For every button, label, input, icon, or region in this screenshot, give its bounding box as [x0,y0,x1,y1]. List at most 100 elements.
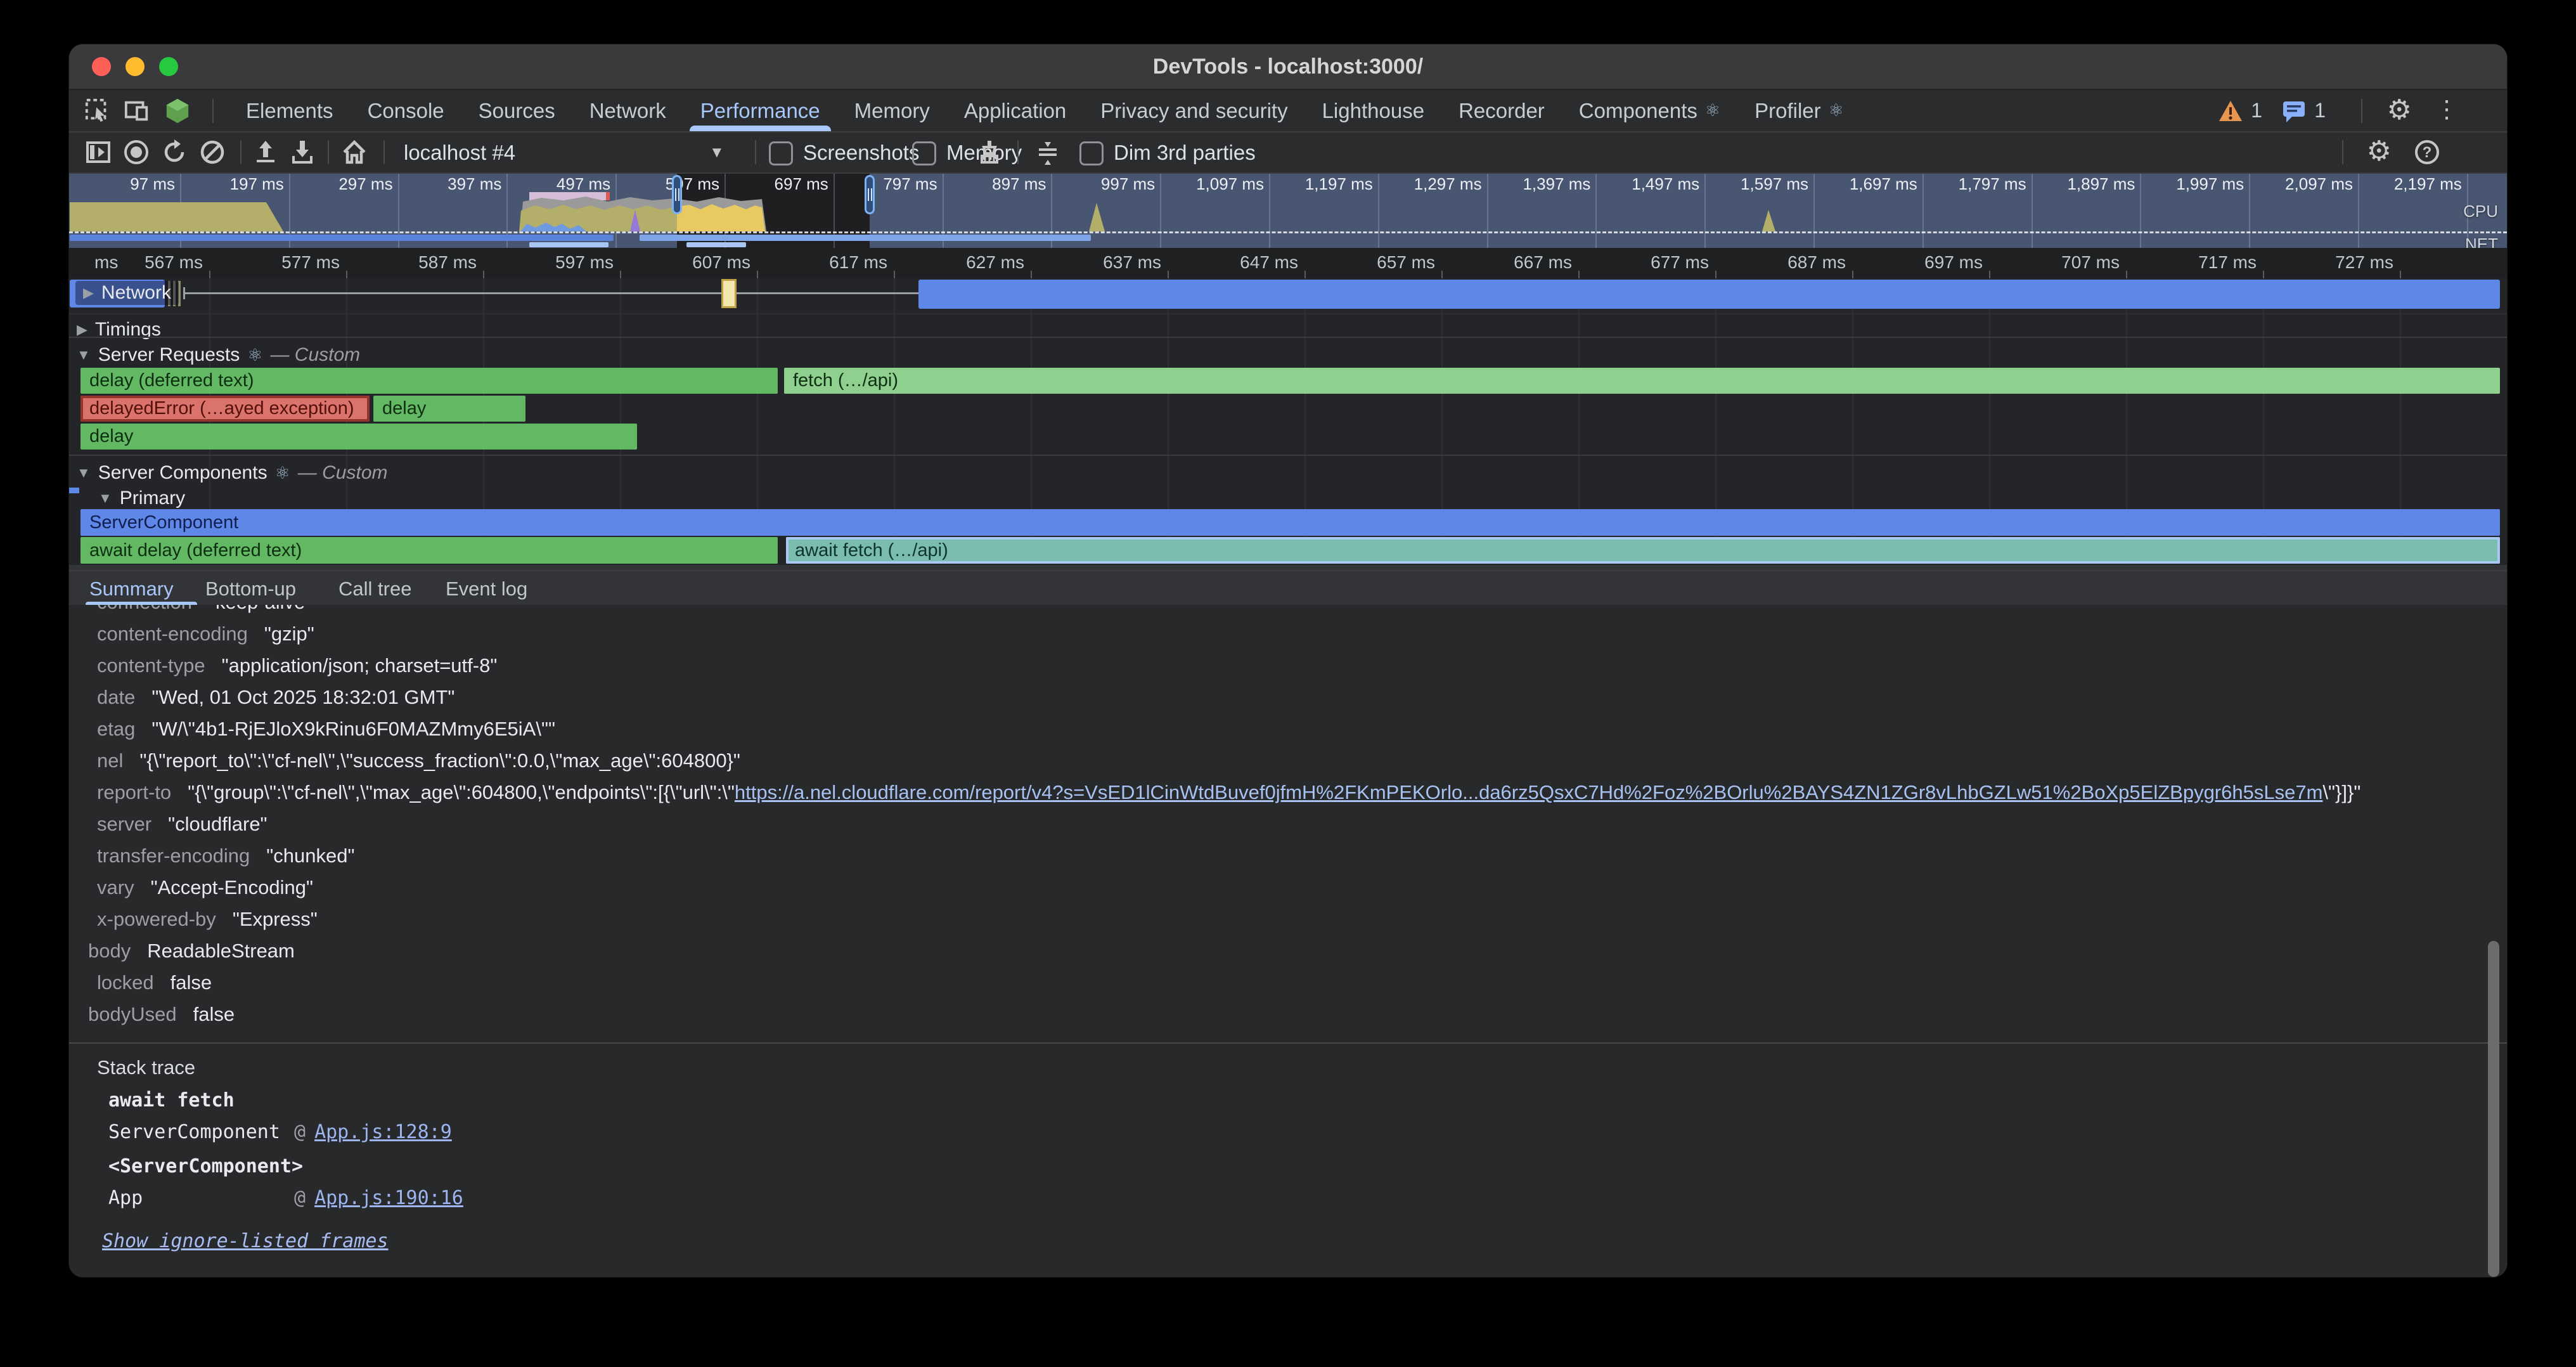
screenshots-checkbox[interactable] [769,141,793,165]
collapse-sections-icon[interactable] [1034,138,1062,166]
divider [69,313,2507,314]
source-location-link[interactable]: App.js:128:9 [314,1121,452,1143]
garbage-collect-icon[interactable] [976,138,1003,166]
load-profile-icon[interactable] [252,138,280,166]
tab-lighthouse[interactable]: Lighthouse [1305,90,1441,131]
kebab-menu-icon[interactable]: ⋮ [2435,95,2459,124]
perf-entry-bar[interactable]: delay [80,424,637,450]
track-server-requests[interactable]: ▼ Server Requests ⚛ — Custom [77,344,360,366]
tab-performance[interactable]: Performance [683,90,837,131]
toggle-sidebar-icon[interactable] [84,138,112,166]
track-primary[interactable]: ▼ Primary [98,488,185,509]
track-network[interactable]: ▶ Network [75,281,179,305]
bottom-tab-call-tree[interactable]: Call tree [338,571,411,606]
bottom-tab-event-log[interactable]: Event log [446,571,527,606]
warnings-indicator[interactable]: 1 [2218,90,2262,131]
tab-sources[interactable]: Sources [461,90,572,131]
clear-icon[interactable] [198,138,226,166]
ruler-tick-label: 577 ms [281,253,340,272]
ruler-tick-label: 717 ms [2198,253,2257,272]
bottom-tab-summary[interactable]: Summary [89,571,174,606]
memory-checkbox[interactable] [912,141,936,165]
overview-tick-label: 1,997 ms [2176,175,2244,193]
tab-elements[interactable]: Elements [229,90,351,131]
disclosure-down-icon[interactable]: ▼ [98,490,112,507]
disclosure-down-icon[interactable]: ▼ [77,465,91,481]
perf-entry-bar[interactable]: ServerComponent [80,509,2500,536]
perf-entry-bar[interactable]: await fetch (…/api) [786,537,2500,564]
tab-profiler[interactable]: Profiler⚛ [1737,90,1861,131]
cpu-strip-label: CPU [2463,202,2498,221]
react-icon: ⚛ [1829,90,1844,131]
overview-tick-label: 2,197 ms [2394,175,2462,193]
help-icon[interactable]: ? [2413,138,2441,166]
issues-indicator[interactable]: 1 [2281,90,2326,131]
scrollbar-thumb[interactable] [2488,941,2499,1277]
frame-function: <ServerComponent> [108,1155,303,1178]
track-server-components[interactable]: ▼ Server Components ⚛ — Custom [77,462,388,484]
ruler-tick-label: 627 ms [966,253,1024,272]
disclosure-right-icon[interactable]: ▶ [83,285,94,301]
bottom-tab-bottom-up[interactable]: Bottom-up [205,571,296,606]
overview-tick-label: 1,097 ms [1196,175,1264,193]
property-value: "keep-alive" [209,605,312,615]
ruler-tick [620,271,621,278]
capture-settings-gear-icon[interactable]: ⚙ [2367,135,2392,167]
issues-message-icon [2281,98,2307,124]
property-key: vary [97,875,134,900]
selection-left-handle[interactable] [672,175,682,214]
property-key: body [88,938,131,964]
tab-application[interactable]: Application [947,90,1083,131]
property-row: date"Wed, 01 Oct 2025 18:32:01 GMT" [69,685,2442,710]
home-icon[interactable] [340,138,368,166]
property-key: locked [97,970,154,995]
react-icon: ⚛ [275,463,290,483]
overview-tick-label: 197 ms [230,175,284,193]
network-request-bar[interactable] [918,280,2500,309]
ruler-tick-label: 707 ms [2061,253,2120,272]
inspect-element-icon[interactable] [84,98,111,124]
selection-right-handle[interactable] [865,175,875,214]
source-location-link[interactable]: App.js:190:16 [314,1187,463,1209]
property-key: nel [97,748,123,774]
save-profile-icon[interactable] [288,138,316,166]
ruler-tick [894,271,895,278]
device-toolbar-icon[interactable] [124,98,150,124]
network-queueing-block[interactable] [721,279,737,308]
property-value: "Wed, 01 Oct 2025 18:32:01 GMT" [151,685,454,710]
report-url-link[interactable]: https://a.nel.cloudflare.com/report/v4?s… [735,781,2322,803]
dim-3rd-parties-label[interactable]: Dim 3rd parties [1114,133,1256,172]
overview-net-bar [640,235,1091,241]
tab-recorder[interactable]: Recorder [1441,90,1562,131]
tab-memory[interactable]: Memory [837,90,947,131]
disclosure-down-icon[interactable]: ▼ [77,347,91,363]
tab-console[interactable]: Console [351,90,461,131]
net-strip-label: NET [2465,235,2498,248]
tab-privacy-and-security[interactable]: Privacy and security [1083,90,1304,131]
show-ignore-listed-frames-link[interactable]: Show ignore-listed frames [102,1230,389,1252]
history-dropdown-label[interactable]: localhost #4 [404,133,515,172]
property-row: bodyReadableStream [69,938,2433,964]
perf-entry-bar[interactable]: fetch (…/api) [784,368,2500,394]
record-icon[interactable] [122,138,150,166]
settings-gear-icon[interactable]: ⚙ [2387,94,2412,126]
ruler-tick-label: 637 ms [1103,253,1161,272]
tab-network[interactable]: Network [572,90,683,131]
divider [1017,140,1019,164]
node-icon[interactable] [164,98,191,124]
record-and-reload-icon[interactable] [160,138,188,166]
tab-components[interactable]: Components⚛ [1562,90,1737,131]
perf-entry-bar[interactable]: delay (deferred text) [80,368,778,394]
perf-entry-bar[interactable]: delay [373,396,525,422]
dim-3rd-parties-checkbox[interactable] [1079,141,1104,165]
scrollbar[interactable] [2488,941,2499,1277]
perf-entry-bar[interactable]: await delay (deferred text) [80,537,778,564]
overview-tick-label: 897 ms [992,175,1046,193]
divider [755,140,756,164]
perf-entry-bar[interactable]: delayedError (…ayed exception) [80,396,370,422]
chevron-down-icon[interactable]: ▼ [709,144,724,162]
react-icon: ⚛ [247,346,262,365]
timeline-overview[interactable]: 97 ms197 ms297 ms397 ms497 ms597 ms697 m… [69,174,2507,248]
screenshots-label[interactable]: Screenshots [803,133,919,172]
disclosure-right-icon[interactable]: ▶ [77,321,87,338]
